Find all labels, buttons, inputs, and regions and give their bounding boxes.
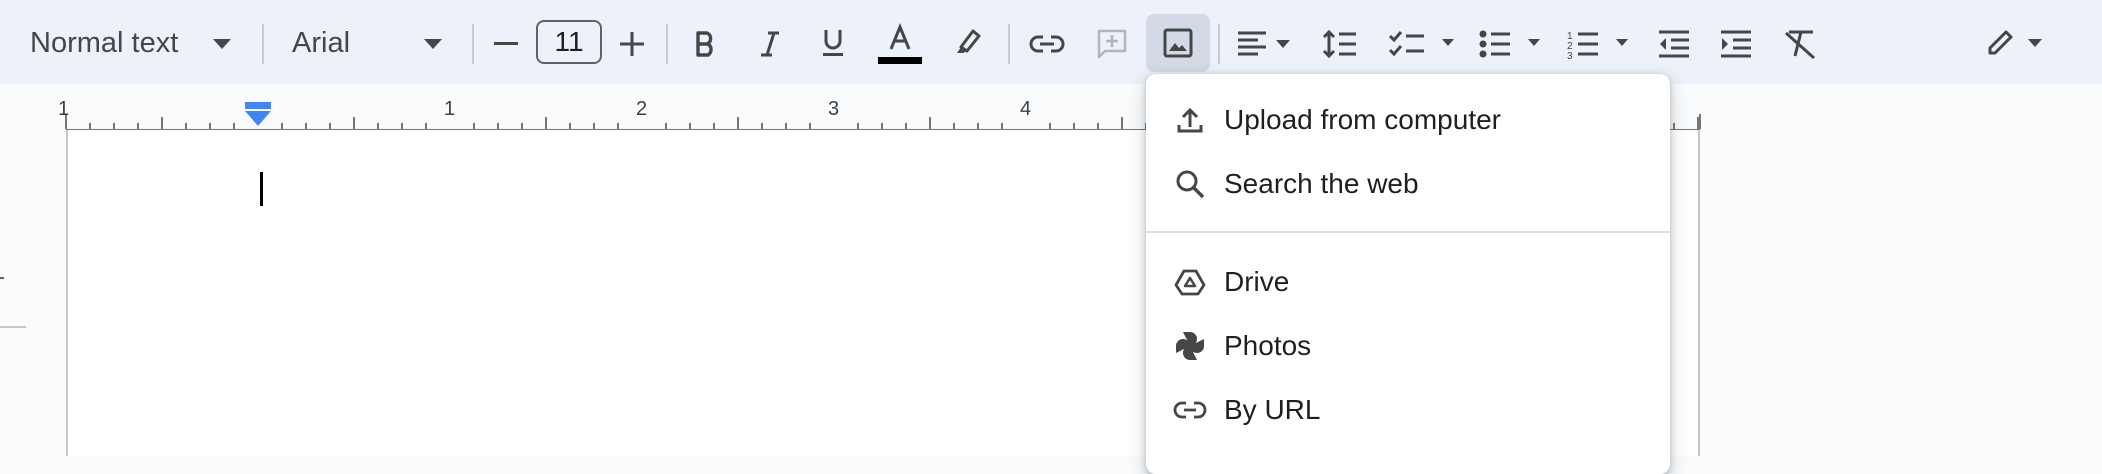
link-icon [1029, 35, 1065, 53]
font-family-label: Arial [292, 26, 351, 59]
toolbar-divider [472, 24, 474, 64]
upload-icon [1172, 102, 1208, 138]
clear-formatting-button[interactable] [1778, 24, 1822, 64]
paragraph-style-select[interactable]: Normal text [30, 22, 178, 64]
indent-marker-icon [245, 102, 271, 126]
italic-icon [761, 31, 779, 57]
bulleted-list-icon [1479, 30, 1540, 58]
italic-button[interactable] [750, 24, 790, 64]
increase-indent-icon [1721, 30, 1751, 58]
bold-button[interactable] [686, 24, 726, 64]
ruler-number: 3 [828, 98, 840, 120]
numbered-list-button[interactable]: 1 2 3 [1566, 24, 1636, 64]
insert-link-button[interactable] [1024, 24, 1070, 64]
ruler-number: 4 [1020, 98, 1032, 120]
menu-divider [1146, 231, 1670, 233]
toolbar-divider [262, 24, 264, 64]
paragraph-style-label: Normal text [30, 26, 179, 59]
highlight-button[interactable] [948, 22, 988, 62]
insert-image-button[interactable] [1146, 14, 1210, 72]
text-color-button[interactable] [876, 20, 924, 66]
menu-item-photos[interactable]: Photos [1146, 314, 1670, 378]
menu-item-label: Drive [1224, 266, 1290, 297]
add-comment-button[interactable] [1092, 24, 1132, 64]
ruler-number: 2 [636, 98, 648, 120]
menu-item-label: Search the web [1224, 168, 1419, 199]
checklist-icon [1388, 31, 1454, 57]
underline-button[interactable] [813, 22, 853, 64]
menu-item-label: Upload from computer [1224, 104, 1502, 135]
menu-item-by-url[interactable]: By URL [1146, 378, 1670, 442]
menu-item-search-the-web[interactable]: Search the web [1146, 152, 1670, 216]
menu-item-label: Photos [1224, 330, 1312, 361]
ruler-number: 1 [58, 98, 70, 120]
margin-mark [0, 277, 4, 279]
toolbar-divider [1218, 24, 1220, 64]
line-spacing-icon [1322, 29, 1356, 59]
margin-mark [0, 326, 26, 328]
bulleted-list-button[interactable] [1478, 24, 1548, 64]
minus-icon [494, 42, 518, 45]
ruler-number: 1 [444, 98, 456, 120]
ruler-ticks [65, 114, 1701, 129]
font-family-select[interactable]: Arial [292, 22, 350, 64]
bold-icon [696, 31, 713, 57]
menu-item-upload-from-computer[interactable]: Upload from computer [1146, 88, 1670, 152]
image-icon [1163, 28, 1193, 58]
checklist-button[interactable] [1388, 24, 1458, 64]
line-spacing-button[interactable] [1318, 24, 1362, 64]
menu-item-drive[interactable]: Drive [1146, 250, 1670, 314]
horizontal-ruler[interactable]: 1 1 2 3 4 [0, 84, 2102, 132]
drive-icon [1172, 264, 1208, 300]
search-icon [1172, 166, 1208, 202]
editing-mode-button[interactable] [1984, 22, 2054, 64]
decrease-indent-button[interactable] [1652, 24, 1696, 64]
menu-item-label: By URL [1224, 394, 1321, 425]
formatting-toolbar: Normal text Arial 11 1 2 3 [0, 0, 2102, 84]
toolbar-divider [1008, 24, 1010, 64]
dropdown-icon[interactable] [421, 34, 445, 54]
underline-icon [823, 30, 843, 56]
font-size-input[interactable]: 11 [536, 20, 602, 64]
clear-formatting-icon [1785, 30, 1815, 60]
decrease-indent-icon [1659, 30, 1689, 58]
photos-icon [1172, 328, 1208, 364]
increase-indent-button[interactable] [1714, 24, 1758, 64]
add-comment-icon [1097, 29, 1127, 59]
dropdown-icon[interactable] [210, 34, 234, 54]
plus-icon [620, 32, 644, 56]
decrease-font-size-button[interactable] [488, 24, 524, 64]
numbered-list-icon: 1 2 3 [1567, 31, 1628, 59]
increase-font-size-button[interactable] [614, 24, 650, 64]
align-button[interactable] [1234, 24, 1298, 64]
text-color-icon [878, 23, 922, 64]
svg-text:3: 3 [1567, 51, 1573, 59]
align-icon [1238, 31, 1290, 56]
toolbar-divider [666, 24, 668, 64]
link-icon [1172, 392, 1208, 428]
text-cursor [260, 172, 263, 206]
insert-image-menu: Upload from computer Search the web Driv… [1146, 74, 1670, 474]
highlight-icon [957, 29, 981, 53]
edit-mode-icon [1988, 30, 2042, 55]
font-size-value: 11 [554, 26, 584, 57]
indent-marker-handle[interactable] [244, 102, 272, 128]
